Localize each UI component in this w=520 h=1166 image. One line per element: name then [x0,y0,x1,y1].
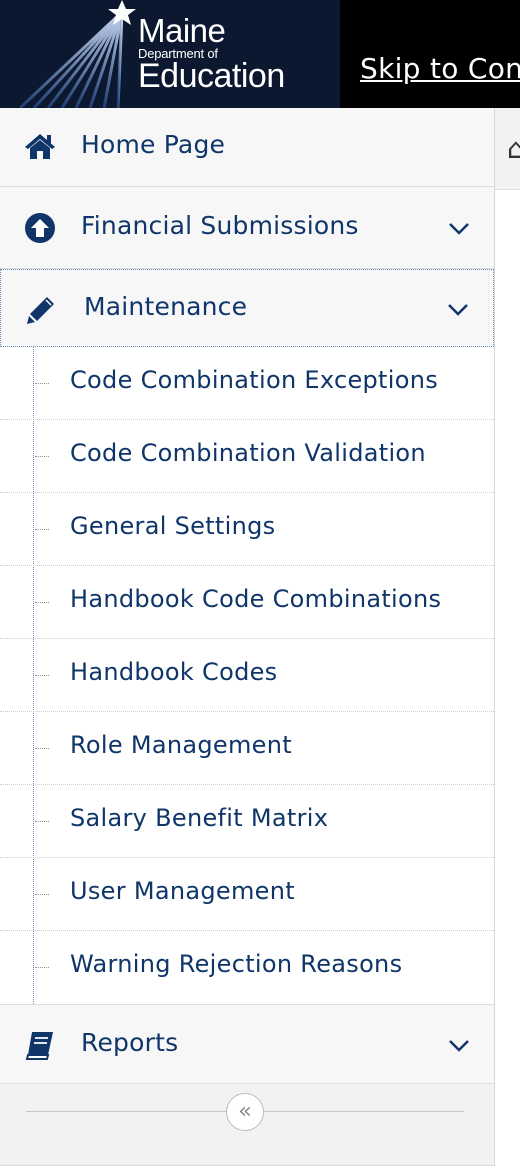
sidebar-item-label: Financial Submissions [81,211,359,240]
home-icon-partial: ⌂ [507,132,520,165]
submenu-item-label: Code Combination Validation [70,439,426,467]
content-toolbar-edge: ⌂ [495,108,520,190]
tree-connector [35,894,49,895]
logo-wordmark: Maine Department of Education [138,12,285,95]
sidebar-item-home[interactable]: Home Page [0,108,494,187]
tree-connector [35,748,49,749]
sidebar-item-financial-submissions[interactable]: Financial Submissions [0,187,494,269]
submenu-item-user-management[interactable]: User Management [0,858,494,931]
chevron-down-icon [448,304,468,316]
arrow-circle-up-icon [24,212,56,244]
submenu-item-general-settings[interactable]: General Settings [0,493,494,566]
sidebar-item-maintenance[interactable]: Maintenance [0,269,494,347]
logo-line-maine: Maine [138,12,226,49]
submenu-item-label: User Management [70,877,295,905]
sidebar-item-reports[interactable]: Reports [0,1004,494,1084]
submenu-item-label: Handbook Code Combinations [70,585,442,613]
submenu-item-label: Code Combination Exceptions [70,366,439,394]
double-chevron-left-icon: « [238,1099,252,1124]
submenu-item-label: Handbook Codes [70,658,278,686]
tree-connector [35,821,49,822]
sidebar-item-label: Home Page [81,130,226,159]
submenu-item-label: Role Management [70,731,292,759]
tree-connector [35,675,49,676]
submenu-item-handbook-codes[interactable]: Handbook Codes [0,639,494,712]
chevron-down-icon [449,1040,469,1052]
tree-connector [35,456,49,457]
home-icon [24,130,56,162]
book-icon [24,1029,56,1061]
pencil-icon [25,294,57,326]
sidebar-collapse-bar: « [0,1084,494,1166]
skip-to-content-link[interactable]: Skip to Con [360,52,520,85]
submenu-item-label: Salary Benefit Matrix [70,804,329,832]
maintenance-submenu: Code Combination Exceptions Code Combina… [0,347,494,1004]
chevron-down-icon [449,223,469,235]
maine-doe-logo[interactable]: Maine Department of Education [0,0,340,108]
submenu-item-label: General Settings [70,512,276,540]
sidebar-item-label: Maintenance [84,292,248,321]
sidebar-item-label: Reports [81,1028,179,1057]
submenu-item-handbook-code-combinations[interactable]: Handbook Code Combinations [0,566,494,639]
sidebar-collapse-button[interactable]: « [226,1093,264,1131]
logo-line-education: Education [138,57,285,95]
submenu-item-code-combination-validation[interactable]: Code Combination Validation [0,420,494,493]
tree-connector [35,383,49,384]
tree-connector [35,967,49,968]
site-header: Maine Department of Education Skip to Co… [0,0,520,108]
submenu-item-warning-rejection-reasons[interactable]: Warning Rejection Reasons [0,931,494,1004]
submenu-item-code-combination-exceptions[interactable]: Code Combination Exceptions [0,347,494,420]
tree-connector [35,529,49,530]
sidebar-nav: Home Page Financial Submissions Maintena… [0,108,495,1166]
submenu-item-label: Warning Rejection Reasons [70,950,403,978]
submenu-item-salary-benefit-matrix[interactable]: Salary Benefit Matrix [0,785,494,858]
tree-connector [35,602,49,603]
submenu-item-role-management[interactable]: Role Management [0,712,494,785]
